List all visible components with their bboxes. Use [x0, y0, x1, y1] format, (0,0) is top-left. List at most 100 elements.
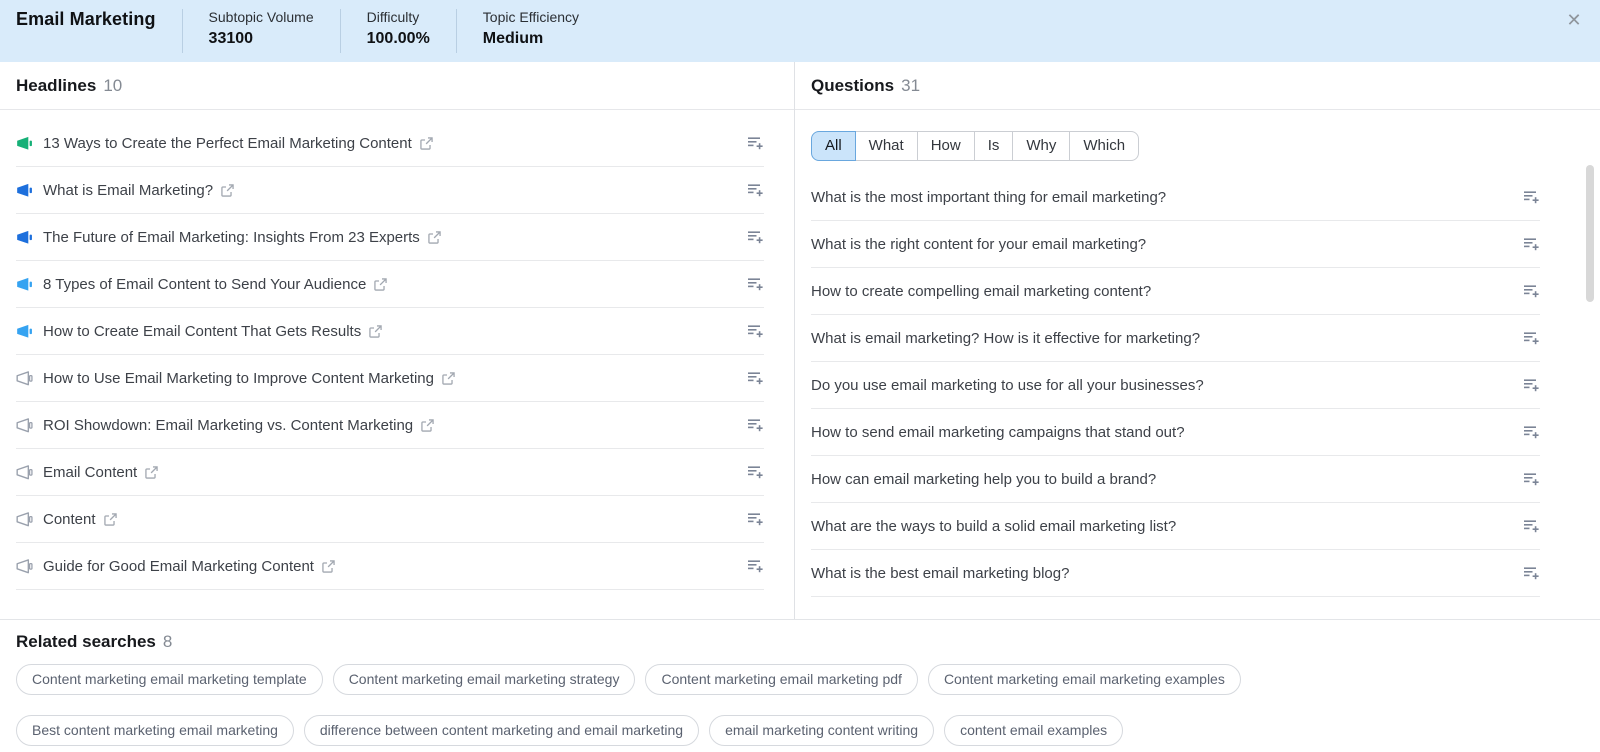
add-to-list-icon[interactable] [747, 182, 764, 198]
add-to-list-icon[interactable] [1523, 330, 1540, 346]
external-link-icon [145, 466, 158, 479]
external-link-icon [421, 419, 434, 432]
headline-link[interactable]: 13 Ways to Create the Perfect Email Mark… [43, 135, 433, 152]
external-link-icon [369, 325, 382, 338]
add-to-list-icon[interactable] [1523, 283, 1540, 299]
question-filter-tab-all[interactable]: All [811, 131, 856, 161]
headline-row: 13 Ways to Create the Perfect Email Mark… [16, 120, 764, 167]
megaphone-icon [16, 512, 33, 527]
related-searches-title: Related searches [16, 632, 156, 652]
question-text: What is the most important thing for ema… [811, 189, 1166, 206]
add-to-list-icon[interactable] [747, 276, 764, 292]
add-to-list-icon[interactable] [747, 323, 764, 339]
megaphone-icon [16, 465, 33, 480]
headline-row: How to Use Email Marketing to Improve Co… [16, 355, 764, 402]
headline-link[interactable]: 8 Types of Email Content to Send Your Au… [43, 276, 387, 293]
headline-link[interactable]: Content [43, 511, 117, 528]
headlines-list: 13 Ways to Create the Perfect Email Mark… [0, 110, 794, 590]
question-row: Do you use email marketing to use for al… [811, 362, 1540, 409]
add-to-list-icon[interactable] [747, 417, 764, 433]
topic-header: Email Marketing Subtopic Volume 33100 Di… [0, 0, 1600, 62]
external-link-icon [374, 278, 387, 291]
question-text: What is email marketing? How is it effec… [811, 330, 1200, 347]
headline-link[interactable]: Guide for Good Email Marketing Content [43, 558, 335, 575]
external-link-icon [221, 184, 234, 197]
add-to-list-icon[interactable] [747, 511, 764, 527]
add-to-list-icon[interactable] [1523, 518, 1540, 534]
main-content: Headlines 10 13 Ways to Create the Perfe… [0, 62, 1600, 620]
stat-value: Medium [483, 28, 579, 50]
headline-text: 8 Types of Email Content to Send Your Au… [43, 276, 366, 293]
related-search-pill[interactable]: Content marketing email marketing exampl… [928, 664, 1241, 695]
question-filter-tab-why[interactable]: Why [1012, 131, 1070, 161]
add-to-list-icon[interactable] [747, 464, 764, 480]
headline-text: What is Email Marketing? [43, 182, 213, 199]
related-search-pill[interactable]: content email examples [944, 715, 1123, 746]
megaphone-icon [16, 559, 33, 574]
megaphone-icon [16, 183, 33, 198]
related-search-pill[interactable]: Content marketing email marketing strate… [333, 664, 636, 695]
related-search-pill[interactable]: Content marketing email marketing pdf [645, 664, 917, 695]
question-filter-tab-how[interactable]: How [917, 131, 975, 161]
question-row: What is the best email marketing blog? [811, 550, 1540, 597]
megaphone-icon [16, 418, 33, 433]
headline-row: 8 Types of Email Content to Send Your Au… [16, 261, 764, 308]
questions-count: 31 [901, 76, 920, 96]
external-link-icon [442, 372, 455, 385]
headline-row: Email Content [16, 449, 764, 496]
question-row: How to send email marketing campaigns th… [811, 409, 1540, 456]
headlines-panel: Headlines 10 13 Ways to Create the Perfe… [0, 62, 795, 619]
question-filter-bar: AllWhatHowIsWhyWhich [811, 131, 1584, 161]
questions-title: Questions [811, 76, 894, 96]
add-to-list-icon[interactable] [1523, 471, 1540, 487]
headline-text: 13 Ways to Create the Perfect Email Mark… [43, 135, 412, 152]
add-to-list-icon[interactable] [747, 558, 764, 574]
questions-list: What is the most important thing for ema… [795, 161, 1600, 597]
headline-link[interactable]: ROI Showdown: Email Marketing vs. Conten… [43, 417, 434, 434]
topic-title: Email Marketing [16, 0, 156, 62]
megaphone-icon [16, 324, 33, 339]
question-filter-tab-is[interactable]: Is [974, 131, 1014, 161]
related-search-pill[interactable]: difference between content marketing and… [304, 715, 699, 746]
stat-label: Topic Efficiency [483, 8, 579, 26]
close-icon[interactable]: ✕ [1562, 8, 1586, 32]
megaphone-icon [16, 136, 33, 151]
related-search-pill[interactable]: email marketing content writing [709, 715, 934, 746]
stat-label: Subtopic Volume [209, 8, 314, 26]
headline-text: ROI Showdown: Email Marketing vs. Conten… [43, 417, 413, 434]
headline-link[interactable]: What is Email Marketing? [43, 182, 234, 199]
headline-row: Content [16, 496, 764, 543]
add-to-list-icon[interactable] [1523, 236, 1540, 252]
related-searches-pills: Content marketing email marketing templa… [16, 664, 1584, 746]
headline-text: Content [43, 511, 96, 528]
stat-label: Difficulty [367, 8, 430, 26]
question-row: What are the ways to build a solid email… [811, 503, 1540, 550]
external-link-icon [322, 560, 335, 573]
question-row: How to create compelling email marketing… [811, 268, 1540, 315]
related-search-pill[interactable]: Content marketing email marketing templa… [16, 664, 323, 695]
question-text: How can email marketing help you to buil… [811, 471, 1156, 488]
related-search-pill[interactable]: Best content marketing email marketing [16, 715, 294, 746]
add-to-list-icon[interactable] [747, 370, 764, 386]
question-filter-tab-what[interactable]: What [855, 131, 918, 161]
headline-link[interactable]: Email Content [43, 464, 158, 481]
add-to-list-icon[interactable] [747, 229, 764, 245]
add-to-list-icon[interactable] [1523, 377, 1540, 393]
headline-row: The Future of Email Marketing: Insights … [16, 214, 764, 261]
question-row: What is the most important thing for ema… [811, 174, 1540, 221]
scrollbar-thumb[interactable] [1586, 165, 1594, 302]
headline-link[interactable]: The Future of Email Marketing: Insights … [43, 229, 441, 246]
add-to-list-icon[interactable] [747, 135, 764, 151]
question-filter-tab-which[interactable]: Which [1069, 131, 1139, 161]
questions-panel: Questions 31 AllWhatHowIsWhyWhich What i… [795, 62, 1600, 619]
headline-link[interactable]: How to Use Email Marketing to Improve Co… [43, 370, 455, 387]
add-to-list-icon[interactable] [1523, 189, 1540, 205]
headline-text: Guide for Good Email Marketing Content [43, 558, 314, 575]
add-to-list-icon[interactable] [1523, 424, 1540, 440]
external-link-icon [428, 231, 441, 244]
related-searches-header: Related searches 8 [16, 632, 1584, 652]
add-to-list-icon[interactable] [1523, 565, 1540, 581]
stat-value: 33100 [209, 28, 314, 50]
headline-link[interactable]: How to Create Email Content That Gets Re… [43, 323, 382, 340]
megaphone-icon [16, 371, 33, 386]
